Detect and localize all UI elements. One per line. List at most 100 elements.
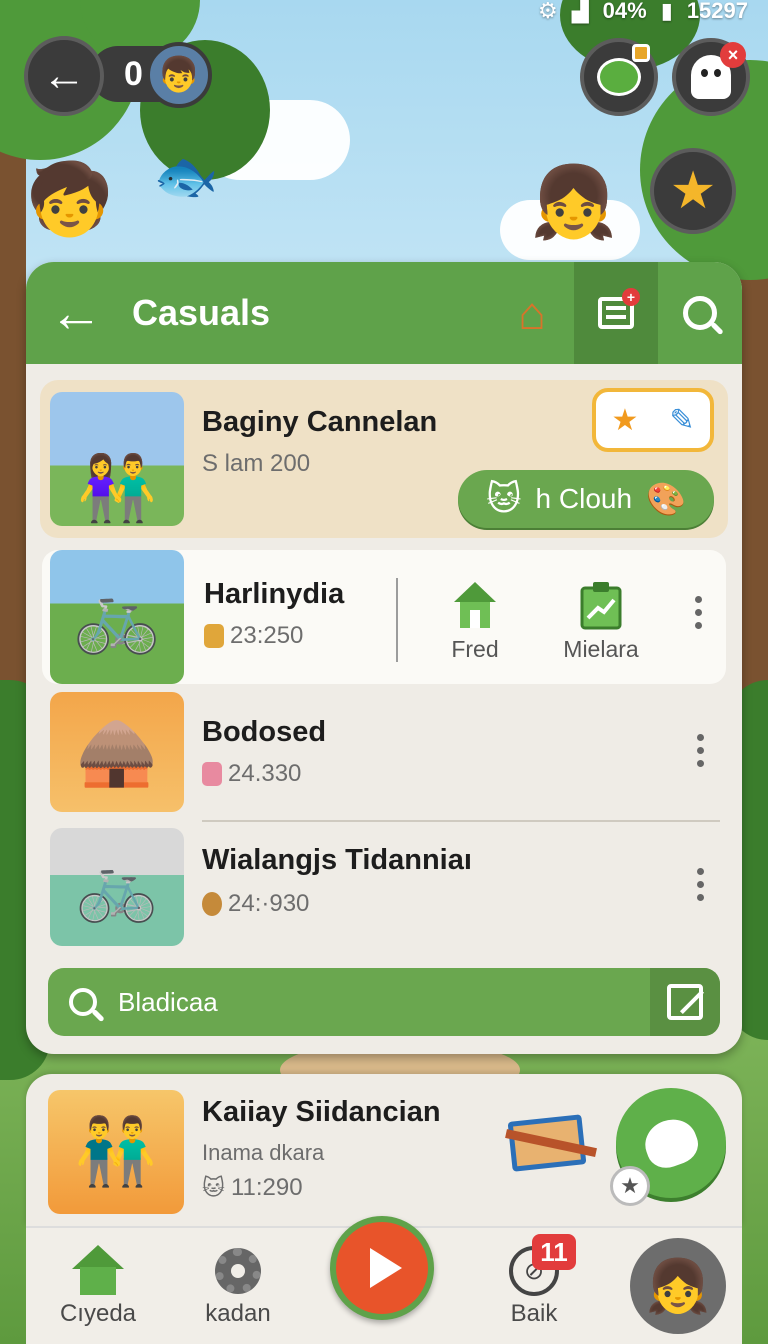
house-icon: ⌂ [518, 287, 546, 339]
mielara-label: Mielara [563, 636, 639, 662]
item-value: 24:·930 [228, 890, 310, 917]
status-time: 15297 [686, 0, 748, 23]
battery-level: 04% [602, 0, 647, 23]
coin-icon [202, 892, 222, 916]
settings-icon: ⚙ [538, 0, 558, 23]
jar-icon [202, 762, 222, 786]
item-value: 23:250 [230, 622, 304, 649]
signal-icon: ▟ [571, 0, 589, 23]
panel-back-button[interactable]: ← [26, 262, 126, 364]
play-button[interactable] [330, 1216, 434, 1320]
mielara-action[interactable]: Mielara [546, 580, 656, 663]
card-title: Kaiiay Siidancian [202, 1096, 441, 1128]
fred-label: Fred [451, 636, 499, 662]
now-playing-card[interactable]: 👬 Kaiiay Siidancian Inama dkara 🐱 11:290… [26, 1074, 742, 1226]
item-subtitle: 23:250 [204, 622, 303, 650]
battery-icon: ▮ [660, 0, 673, 23]
item-title: Wialangjs Tidanniaı [202, 844, 472, 876]
search-icon [683, 296, 717, 330]
panel-search-bar[interactable]: Bladicaa [48, 968, 720, 1036]
chart-clipboard-icon [580, 582, 622, 630]
item-thumbnail: 🚲 [50, 550, 184, 684]
star-icon: ★ [669, 162, 717, 220]
panel-header: ← Casuals ⌂ + [26, 262, 742, 364]
cat-icon: 🐱 [486, 480, 522, 518]
search-icon [69, 988, 97, 1016]
home-button[interactable]: ⌂ [490, 262, 574, 364]
play-icon [370, 1248, 402, 1288]
nav-item-baik[interactable]: ⊘ Baik 11 [474, 1234, 594, 1328]
card-value: 11:290 [230, 1174, 303, 1201]
small-star-icon[interactable]: ★ [610, 1166, 650, 1206]
arrow-left-icon: ← [42, 51, 86, 100]
girl-face-icon: 👧 [645, 1257, 711, 1316]
more-options-icon[interactable] [688, 596, 708, 629]
notification-dot [632, 44, 650, 62]
favorites-star-button[interactable]: ★ [650, 148, 736, 234]
flying-fish: 🐟 [153, 147, 219, 206]
panel-title: Casuals [132, 292, 271, 333]
item-thumbnail: 🛖 [50, 692, 184, 812]
chat-bubble-icon [597, 58, 641, 96]
nav-item-home[interactable]: Cıyeda [38, 1242, 158, 1328]
list-item[interactable]: 🚲 Harlinydia 23:250 Fred Mielara [42, 550, 726, 684]
cat-icon: 🐱 [202, 1175, 225, 1200]
arrow-left-icon: ← [49, 283, 103, 343]
item-thumbnail: 🚲 [50, 828, 184, 946]
casuals-panel: ← Casuals ⌂ + 👫 Baginy Cannelan S lam 20… [26, 262, 742, 1054]
card-value-row: 🐱 11:290 [202, 1174, 303, 1202]
item-title: Harlinydia [204, 578, 345, 610]
chat-button[interactable] [580, 38, 658, 116]
card-subtitle: Inama dkara [202, 1140, 325, 1165]
status-bar: ⚙ ▟ 04% ▮ 15297 [538, 0, 748, 23]
crate-icon [507, 1114, 587, 1172]
boy-face-icon: 👦 [157, 56, 201, 94]
nav-item-settings[interactable]: kadan [178, 1242, 298, 1328]
ghost-button[interactable]: × [672, 38, 750, 116]
row-divider [202, 820, 720, 822]
notification-badge: 11 [532, 1234, 576, 1270]
item-subtitle: 24.330 [202, 760, 301, 788]
item-title: Baginy Cannelan [202, 406, 438, 438]
reward-badges[interactable]: ★ ✎ [592, 388, 714, 452]
search-button[interactable] [658, 262, 742, 364]
cat-action-label: h Clouh [535, 483, 633, 514]
profile-avatar[interactable]: 👧 [630, 1238, 726, 1334]
girl-character: 👧 [530, 163, 618, 241]
hud-back-button[interactable]: ← [24, 36, 104, 116]
nav-label: Cıyeda [59, 1300, 137, 1327]
item-thumbnail: 👫 [50, 392, 184, 526]
list-add-button[interactable]: + [574, 262, 658, 364]
green-house-icon [454, 582, 496, 628]
nav-label: kadan [205, 1300, 271, 1327]
explorer-character: 🧒 [26, 160, 114, 238]
edit-icon [667, 984, 703, 1020]
search-icon-wrap [48, 988, 118, 1016]
edit-badge-icon: ✎ [669, 403, 695, 437]
more-options-icon[interactable] [690, 868, 710, 901]
nav-label: Baik [510, 1300, 558, 1327]
fred-action[interactable]: Fred [420, 580, 530, 663]
item-subtitle: S lam 200 [202, 450, 311, 477]
player-avatar[interactable]: 👦 [146, 42, 212, 108]
search-text[interactable]: Bladicaa [118, 987, 650, 1018]
list-item[interactable]: 🚲 Wialangjs Tidanniaı 24:·930 [40, 828, 728, 952]
divider [396, 578, 398, 662]
score-value: 0 [124, 54, 143, 93]
more-options-icon[interactable] [690, 734, 710, 767]
compose-button[interactable] [650, 968, 720, 1036]
star-icon: ★ [611, 403, 639, 437]
marshmallow-icon [638, 1112, 704, 1174]
list-item[interactable]: 🛖 Bodosed 24.330 [40, 692, 728, 816]
list-item-featured[interactable]: 👫 Baginy Cannelan S lam 200 ★ ✎ 🐱 h Clou… [40, 380, 728, 538]
cat-action-button[interactable]: 🐱 h Clouh 🎨 [458, 470, 714, 528]
close-icon[interactable]: × [720, 42, 746, 68]
gear-icon [215, 1248, 261, 1294]
card-thumbnail: 👬 [48, 1090, 184, 1214]
item-title: Bodosed [202, 716, 327, 748]
coin-icon [204, 624, 224, 648]
item-subtitle: 24:·930 [202, 890, 309, 918]
item-value: 24.330 [228, 760, 302, 787]
palette-icon: 🎨 [646, 481, 686, 517]
plus-badge-icon: + [622, 288, 640, 306]
